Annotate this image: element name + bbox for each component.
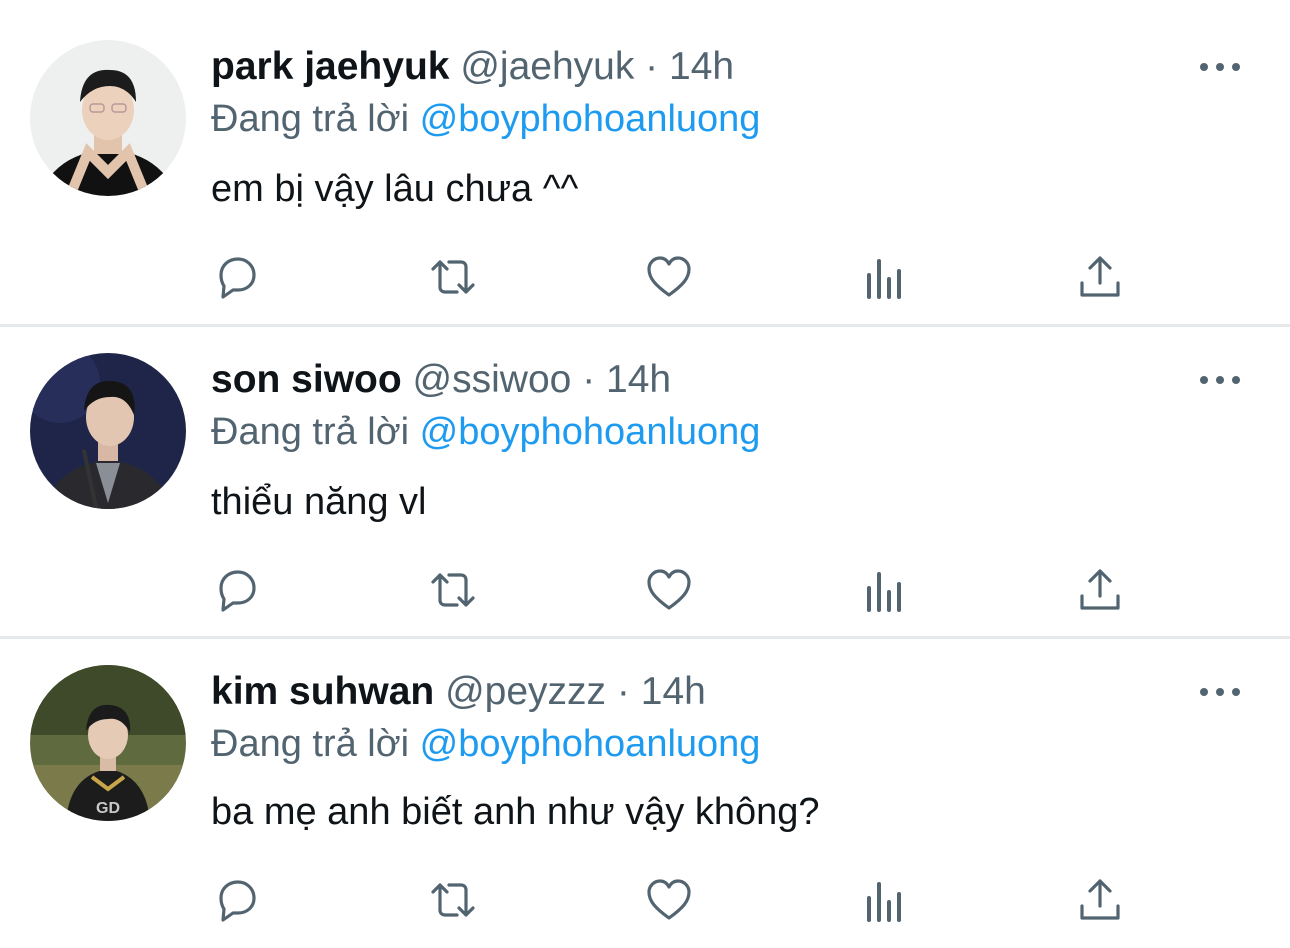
reply-icon — [219, 570, 256, 612]
like-icon — [647, 569, 691, 610]
share-button[interactable] — [1075, 252, 1125, 302]
reply-to-link[interactable]: @boyphohoanluong — [420, 723, 761, 765]
display-name[interactable]: son siwoo — [211, 358, 402, 401]
svg-text:GD: GD — [96, 800, 120, 817]
retweet-button[interactable] — [428, 565, 478, 615]
like-icon — [647, 879, 691, 920]
tweet-text: em bị vậy lâu chưa ^^ — [211, 168, 579, 210]
tweet-header: kim suhwan @peyzzz · 14h — [211, 667, 706, 717]
analytics-button[interactable] — [860, 252, 910, 302]
tweet-text: ba mẹ anh biết anh như vậy không? — [211, 791, 820, 833]
reply-button[interactable] — [212, 252, 262, 302]
action-bar — [0, 252, 1290, 302]
retweet-icon — [431, 573, 475, 607]
tweet-header: park jaehyuk @jaehyuk · 14h — [211, 42, 734, 92]
tweet[interactable]: GD kim suhwan @peyzzz · 14h Đang trả lời… — [0, 636, 1290, 948]
share-icon — [1080, 569, 1120, 610]
user-handle[interactable]: @ssiwoo — [413, 358, 572, 401]
reply-prefix: Đang trả lời — [211, 411, 410, 453]
share-icon — [1080, 256, 1120, 297]
timestamp[interactable]: 14h — [606, 358, 671, 401]
reply-to-link[interactable]: @boyphohoanluong — [420, 98, 761, 140]
reply-context: Đang trả lời @boyphohoanluong — [211, 94, 760, 144]
analytics-icon — [867, 572, 901, 612]
separator: · — [645, 45, 659, 88]
analytics-icon — [867, 882, 901, 922]
more-options-icon[interactable] — [1200, 370, 1240, 390]
retweet-button[interactable] — [428, 875, 478, 925]
timestamp[interactable]: 14h — [669, 45, 734, 88]
more-options-icon[interactable] — [1200, 682, 1240, 702]
analytics-button[interactable] — [860, 565, 910, 615]
analytics-icon — [867, 259, 901, 299]
action-bar — [0, 565, 1290, 615]
separator: · — [616, 670, 630, 713]
reply-context: Đang trả lời @boyphohoanluong — [211, 407, 760, 457]
reply-prefix: Đang trả lời — [211, 98, 410, 140]
like-button[interactable] — [644, 565, 694, 615]
reply-icon — [219, 257, 256, 299]
share-button[interactable] — [1075, 565, 1125, 615]
share-button[interactable] — [1075, 875, 1125, 925]
action-bar — [0, 875, 1290, 925]
avatar[interactable] — [30, 353, 186, 509]
avatar[interactable] — [30, 40, 186, 196]
share-icon — [1080, 879, 1120, 920]
retweet-icon — [431, 883, 475, 917]
tweet[interactable]: son siwoo @ssiwoo · 14h Đang trả lời @bo… — [0, 324, 1290, 636]
retweet-icon — [431, 260, 475, 294]
display-name[interactable]: park jaehyuk — [211, 45, 449, 88]
avatar[interactable]: GD — [30, 665, 186, 821]
tweet-text: thiểu năng vl — [211, 481, 427, 523]
reply-icon — [219, 880, 256, 922]
retweet-button[interactable] — [428, 252, 478, 302]
timestamp[interactable]: 14h — [641, 670, 706, 713]
tweet-header: son siwoo @ssiwoo · 14h — [211, 355, 671, 405]
separator: · — [582, 358, 596, 401]
analytics-button[interactable] — [860, 875, 910, 925]
reply-to-link[interactable]: @boyphohoanluong — [420, 411, 761, 453]
like-icon — [647, 256, 691, 297]
reply-prefix: Đang trả lời — [211, 723, 410, 765]
reply-button[interactable] — [212, 875, 262, 925]
reply-button[interactable] — [212, 565, 262, 615]
more-options-icon[interactable] — [1200, 57, 1240, 77]
reply-context: Đang trả lời @boyphohoanluong — [211, 719, 760, 769]
user-handle[interactable]: @jaehyuk — [460, 45, 634, 88]
like-button[interactable] — [644, 875, 694, 925]
like-button[interactable] — [644, 252, 694, 302]
user-handle[interactable]: @peyzzz — [445, 670, 606, 713]
display-name[interactable]: kim suhwan — [211, 670, 434, 713]
tweet[interactable]: park jaehyuk @jaehyuk · 14h Đang trả lời… — [0, 0, 1290, 324]
